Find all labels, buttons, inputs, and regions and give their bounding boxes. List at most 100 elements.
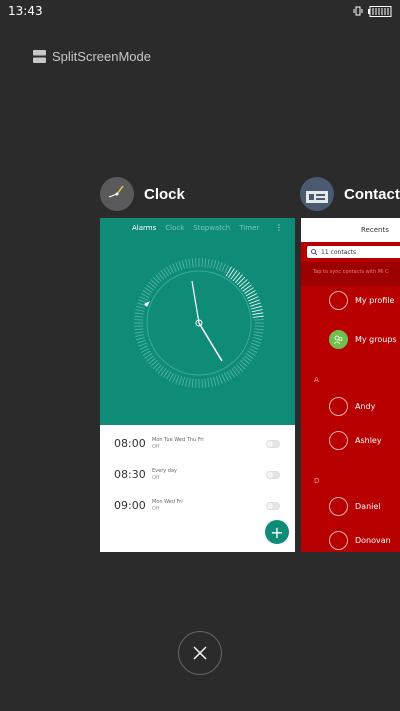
list-item[interactable]: Ashley (329, 431, 382, 450)
clock-dial-tick (252, 315, 264, 318)
clock-dial-tick (135, 309, 145, 312)
clock-dial-tick (224, 372, 229, 382)
alarm-days: Every day (152, 467, 177, 474)
groups-icon (329, 330, 348, 349)
alarm-time: 08:30 (114, 468, 146, 481)
contact-avatar-icon (329, 431, 348, 450)
clock-header-area: Alarms Clock Stopwatch Timer ⋮ (100, 218, 295, 425)
alarm-toggle[interactable] (266, 439, 280, 448)
list-item-my-groups[interactable]: My groups (329, 330, 397, 349)
clock-dial-tick (238, 279, 248, 288)
clock-dial-tick (175, 375, 180, 384)
tab-stopwatch[interactable]: Stopwatch (193, 224, 230, 232)
alarm-time: 09:00 (114, 499, 146, 512)
contacts-app-card[interactable]: Recents 11 contacts Tap to sync contacts… (301, 218, 400, 552)
clock-dial-tick (213, 260, 217, 270)
list-item[interactable]: Andy (329, 397, 375, 416)
clock-dial-tick (251, 309, 263, 313)
clock-dial-tick (135, 334, 145, 337)
clock-dial-tick (234, 274, 243, 284)
sync-notice[interactable]: Tap to sync contacts with Mi C (301, 262, 400, 286)
close-icon (193, 646, 207, 660)
clock-tabs: Alarms Clock Stopwatch Timer (132, 224, 259, 232)
clock-dial-tick (136, 305, 146, 309)
clock-dial-tick (138, 342, 147, 347)
clock-dial-tick (175, 262, 180, 271)
contact-name: Daniel (355, 502, 381, 511)
split-screen-icon (33, 49, 46, 63)
more-options-icon[interactable]: ⋮ (275, 223, 283, 232)
alarm-meta: Every day Off (152, 468, 177, 482)
clock-dial-tick (252, 339, 261, 344)
alarm-time: 08:00 (114, 437, 146, 450)
clock-dial-tick (210, 259, 213, 269)
alarm-toggle[interactable] (266, 501, 280, 510)
clock-dial-tick (210, 377, 213, 387)
clock-dial-tick (236, 276, 246, 286)
clock-app-icon (100, 177, 134, 211)
contact-avatar-icon (329, 497, 348, 516)
clock-dial-tick (188, 258, 191, 268)
clock-dial-tick (172, 263, 177, 273)
alarm-days: Mon Wed Fri (152, 498, 183, 505)
clock-dial-tick (181, 376, 185, 386)
contacts-search-bar[interactable]: 11 contacts (307, 246, 400, 258)
clock-dial-tick (254, 328, 264, 331)
clock-dial-tick (240, 281, 250, 290)
clock-dial-tick (250, 302, 261, 307)
clock-dial-tick (221, 263, 226, 273)
clock-dial-tick (134, 315, 144, 318)
list-item[interactable]: Donovan (329, 531, 391, 550)
clock-dial-tick (181, 260, 185, 270)
contacts-app-header[interactable]: Contacts (300, 175, 400, 213)
clock-dial-tick (204, 258, 207, 268)
split-screen-label: SplitScreenMode (52, 48, 151, 64)
clock-dial-tick (140, 293, 150, 298)
alarm-list: 08:00 Mon Tue Wed Thu Fri Off 08:30 Ever… (100, 425, 295, 521)
tab-alarms[interactable]: Alarms (132, 224, 156, 232)
tab-recents[interactable]: Recents (361, 226, 389, 234)
clock-dial-tick (185, 377, 188, 387)
tab-timer[interactable]: Timer (239, 224, 259, 232)
alarm-meta: Mon Wed Fri Off (152, 499, 183, 513)
list-item[interactable]: Daniel (329, 497, 381, 516)
list-item-my-profile[interactable]: My profile (329, 291, 394, 310)
clock-app-header[interactable]: Clock (100, 175, 185, 213)
close-all-button[interactable] (178, 631, 222, 675)
clock-dial-tick (191, 378, 194, 388)
alarm-status: Off (152, 505, 160, 512)
status-bar: 13:43 (0, 0, 400, 22)
clock-dial-tick (218, 375, 223, 384)
clock-dial-tick (242, 284, 252, 292)
clock-dial-tick (251, 305, 262, 310)
alarm-row[interactable]: 09:00 Mon Wed Fri Off (100, 490, 295, 521)
search-icon (311, 249, 317, 255)
contact-avatar-icon (329, 397, 348, 416)
clock-dial-tick (253, 334, 263, 337)
clock-dial-tick (224, 264, 229, 274)
status-icons (353, 5, 392, 17)
clock-dial-tick (204, 378, 207, 388)
alarm-row[interactable]: 08:00 Mon Tue Wed Thu Fri Off (100, 428, 295, 459)
alarm-row[interactable]: 08:30 Every day Off (100, 459, 295, 490)
clock-dial-tick (254, 331, 264, 334)
clock-dial-tick (137, 339, 146, 344)
clock-dial-tick (134, 331, 144, 334)
analog-clock-face (134, 258, 264, 388)
battery-icon (368, 5, 392, 17)
plus-icon: + (270, 522, 284, 542)
split-screen-mode-button[interactable]: SplitScreenMode (33, 47, 151, 65)
contacts-app-icon (300, 177, 334, 211)
sync-notice-text: Tap to sync contacts with Mi C (313, 269, 389, 275)
clock-dial-tick (252, 337, 262, 341)
tab-clock[interactable]: Clock (165, 224, 184, 232)
clock-dial-tick (191, 258, 194, 268)
clock-dial-tick (215, 261, 220, 270)
add-alarm-button[interactable]: + (265, 520, 289, 544)
alarm-toggle[interactable] (266, 470, 280, 479)
contacts-app-title: Contacts (344, 185, 400, 203)
clock-app-card[interactable]: Alarms Clock Stopwatch Timer ⋮ 08:00 Mon… (100, 218, 295, 552)
contacts-count: 11 contacts (321, 248, 357, 256)
clock-dial-tick (249, 345, 259, 350)
clock-dial-tick (172, 373, 177, 383)
